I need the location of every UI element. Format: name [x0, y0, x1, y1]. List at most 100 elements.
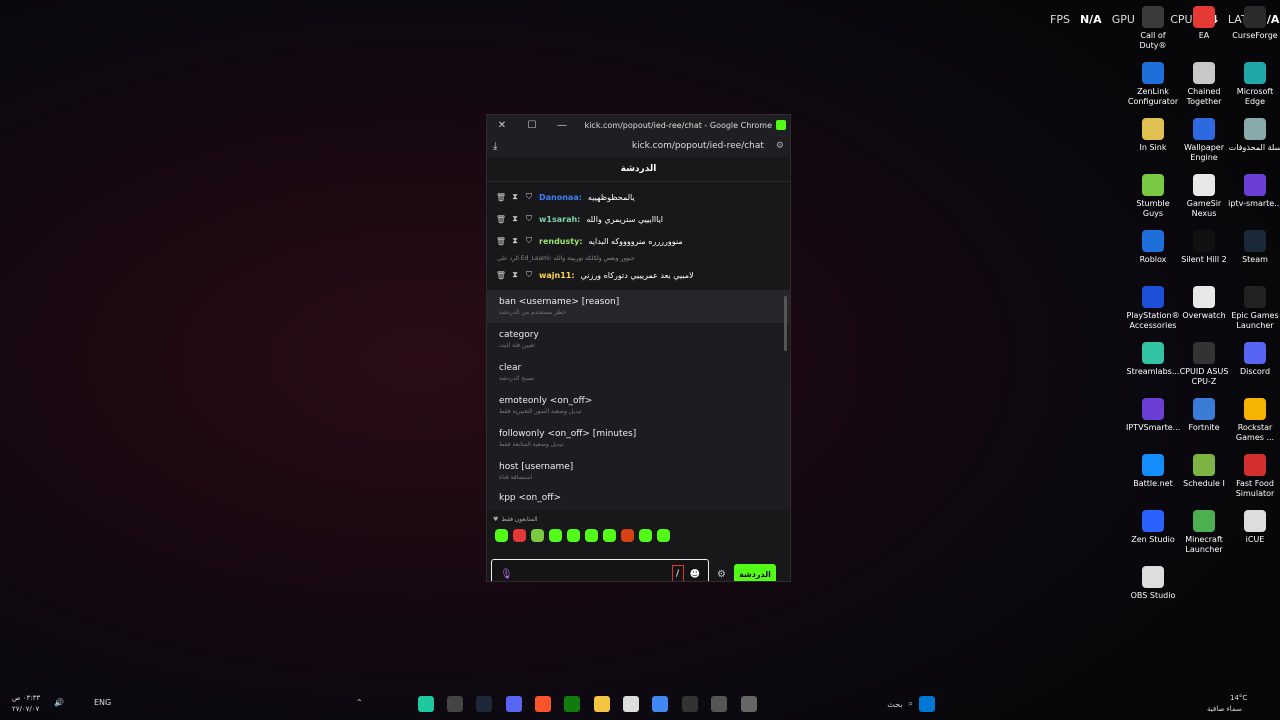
brave-taskbar-icon[interactable]	[535, 696, 551, 712]
xbox-taskbar-icon[interactable]	[564, 696, 580, 712]
desktop-icon[interactable]: CPUID ASUS CPU-Z	[1177, 342, 1231, 387]
command-item[interactable]: emoteonly <on_off> تبديل وضعية الصور التع…	[487, 389, 790, 422]
taskbar-app-icon[interactable]	[711, 696, 727, 712]
shield-icon[interactable]: ⛉	[525, 236, 533, 245]
volume-icon[interactable]: 🔊	[54, 698, 64, 707]
desktop-icon[interactable]: PlayStation® Accessories	[1126, 286, 1180, 331]
discord-taskbar-icon[interactable]	[506, 696, 522, 712]
emote-icon[interactable]	[549, 529, 562, 542]
message-username[interactable]: w1sarah:	[539, 215, 580, 224]
url-text[interactable]: kick.com/popout/ied-ree/chat	[497, 141, 776, 151]
desktop-icon[interactable]: CurseForge	[1228, 6, 1280, 41]
windows-start-icon[interactable]	[919, 696, 935, 712]
timeout-icon[interactable]: ⧗	[511, 270, 519, 279]
command-item[interactable]: clear مسح الدردشة	[487, 356, 790, 389]
desktop-icon[interactable]: Overwatch	[1177, 286, 1231, 321]
desktop-icon[interactable]: iCUE	[1228, 510, 1280, 545]
maximize-icon[interactable]: ☐	[517, 120, 547, 131]
desktop-icon[interactable]: Discord	[1228, 342, 1280, 377]
emote-icon[interactable]	[603, 529, 616, 542]
desktop-icon[interactable]: Steam	[1228, 230, 1280, 265]
desktop-icon[interactable]: ZenLink Configurator	[1126, 62, 1180, 107]
desktop-icon[interactable]: Schedule I	[1177, 454, 1231, 489]
desktop-icon[interactable]: Rockstar Games ...	[1228, 398, 1280, 443]
command-item[interactable]: category تعيين فئة البث	[487, 323, 790, 356]
delete-icon[interactable]: 🗑	[496, 237, 506, 246]
desktop-icon[interactable]: Epic Games Launcher	[1228, 286, 1280, 331]
desktop-icon[interactable]: Wallpaper Engine	[1177, 118, 1231, 163]
clock-date[interactable]: ٢٧/٠٧/٠٧	[12, 705, 39, 713]
command-item[interactable]: kpp <on_off>	[487, 488, 790, 508]
command-scrollbar[interactable]	[784, 296, 787, 351]
send-chat-button[interactable]: الدردشة	[733, 564, 776, 581]
desktop-icon[interactable]: Minecraft Launcher	[1177, 510, 1231, 555]
desktop-icon[interactable]: OBS Studio	[1126, 566, 1180, 601]
settings-icon[interactable]: ⚙	[717, 569, 726, 580]
delete-icon[interactable]: 🗑	[496, 271, 506, 280]
message-username[interactable]: rendusty:	[539, 237, 583, 246]
desktop-icon[interactable]: سلة المحذوفات	[1228, 118, 1280, 153]
microphone-icon[interactable]: 🎙	[500, 569, 513, 580]
desktop-icon[interactable]: iptv-smarte...	[1228, 174, 1280, 209]
command-item[interactable]: host [username] استضافة قناة	[487, 455, 790, 488]
kick-taskbar-icon[interactable]	[418, 696, 434, 712]
chrome-taskbar-icon[interactable]	[652, 696, 668, 712]
chat-input-box[interactable]: 🎙 / ☻	[491, 559, 709, 581]
store-taskbar-icon[interactable]	[623, 696, 639, 712]
delete-icon[interactable]: 🗑	[496, 193, 506, 202]
desktop-icon[interactable]: Roblox	[1126, 230, 1180, 265]
clock-time[interactable]: ٠٣:٣٣ ص	[12, 694, 40, 702]
desktop-icon[interactable]: EA	[1177, 6, 1231, 41]
timeout-icon[interactable]: ⧗	[511, 236, 519, 245]
message-username[interactable]: wajn11:	[539, 271, 575, 280]
timeout-icon[interactable]: ⧗	[511, 192, 519, 201]
emote-icon[interactable]	[531, 529, 544, 542]
minimize-icon[interactable]: —	[547, 120, 577, 131]
site-settings-icon[interactable]: ⚙	[776, 141, 784, 151]
command-item[interactable]: followonly <on_off> [minutes] تبديل وضعية…	[487, 422, 790, 455]
desktop-icon[interactable]: GameSir Nexus	[1177, 174, 1231, 219]
language-indicator[interactable]: ENG	[94, 698, 111, 707]
chat-input[interactable]	[518, 568, 666, 580]
desktop-icon[interactable]: Fast Food Simulator	[1228, 454, 1280, 499]
emote-icon[interactable]	[657, 529, 670, 542]
desktop-icon-label: Stumble Guys	[1136, 199, 1170, 218]
emote-icon[interactable]	[639, 529, 652, 542]
taskbar-app-icon[interactable]	[447, 696, 463, 712]
gamesir-icon	[1193, 174, 1215, 196]
steam-taskbar-icon[interactable]	[476, 696, 492, 712]
weather-temp[interactable]: 14°C	[1230, 694, 1247, 702]
taskbar-app-icon[interactable]	[682, 696, 698, 712]
desktop-icon[interactable]: Zen Studio	[1126, 510, 1180, 545]
desktop-icon[interactable]: Call of Duty®	[1126, 6, 1180, 51]
chevron-up-icon[interactable]: ⌃	[356, 698, 363, 707]
desktop-icon[interactable]: IPTVSmarte...	[1126, 398, 1180, 433]
taskbar-search[interactable]: بحث ⌕	[797, 696, 913, 712]
close-icon[interactable]: ✕	[487, 120, 517, 131]
message-username[interactable]: Danonaa:	[539, 193, 582, 202]
shield-icon[interactable]: ⛉	[525, 270, 533, 279]
shield-icon[interactable]: ⛉	[525, 192, 533, 201]
command-item[interactable]: ban <username> [reason] حظر مستخدم من الد…	[487, 290, 790, 323]
desktop-icon[interactable]: Microsoft Edge	[1228, 62, 1280, 107]
emote-icon[interactable]	[495, 529, 508, 542]
emoji-icon[interactable]: ☻	[690, 569, 700, 580]
desktop-icon[interactable]: In Sink	[1126, 118, 1180, 153]
wallpaper-engine-icon	[1193, 118, 1215, 140]
desktop-icon[interactable]: Stumble Guys	[1126, 174, 1180, 219]
emote-icon[interactable]	[621, 529, 634, 542]
desktop-icon[interactable]: Silent Hill 2	[1177, 230, 1231, 265]
file-explorer-icon[interactable]	[594, 696, 610, 712]
emote-icon[interactable]	[585, 529, 598, 542]
weather-desc[interactable]: سماء صافية	[1207, 705, 1242, 713]
desktop-icon[interactable]: Battle.net	[1126, 454, 1180, 489]
desktop-icon[interactable]: Fortnite	[1177, 398, 1231, 433]
emote-icon[interactable]	[567, 529, 580, 542]
delete-icon[interactable]: 🗑	[496, 215, 506, 224]
taskbar-app-icon[interactable]	[741, 696, 757, 712]
timeout-icon[interactable]: ⧗	[511, 214, 519, 223]
desktop-icon[interactable]: Chained Together	[1177, 62, 1231, 107]
desktop-icon[interactable]: Streamlabs...	[1126, 342, 1180, 377]
emote-icon[interactable]	[513, 529, 526, 542]
shield-icon[interactable]: ⛉	[525, 214, 533, 223]
